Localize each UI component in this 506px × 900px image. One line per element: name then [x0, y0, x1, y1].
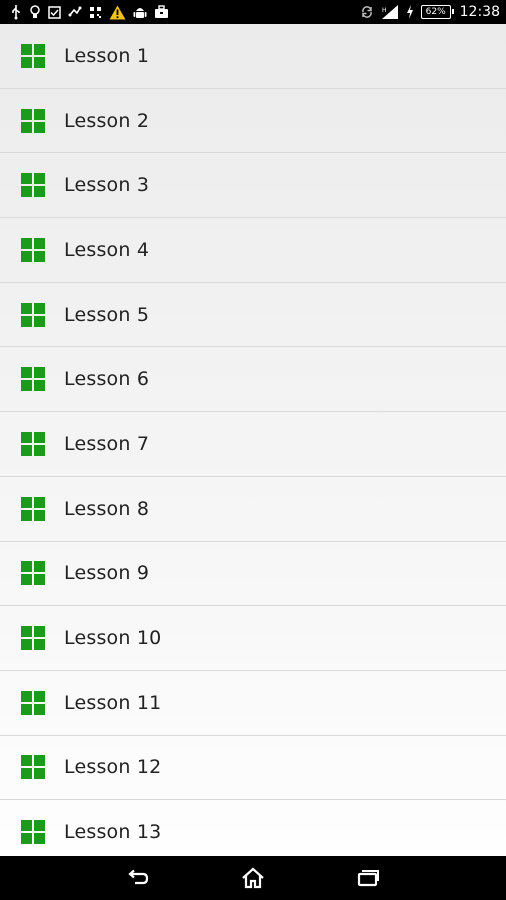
battery-percent: 62%: [425, 6, 446, 17]
lesson-label: Lesson 3: [64, 174, 150, 197]
svg-text:H: H: [382, 7, 387, 14]
grid-icon: [21, 496, 45, 521]
warning-icon: [109, 4, 126, 20]
grid-icon: [21, 43, 45, 68]
lesson-label: Lesson 11: [64, 691, 162, 714]
lesson-label: Lesson 5: [64, 303, 150, 326]
grid-icon: [21, 626, 45, 651]
lesson-item[interactable]: Lesson 12: [0, 736, 506, 801]
lesson-label: Lesson 4: [64, 238, 150, 261]
lesson-label: Lesson 9: [64, 562, 150, 585]
grid-icon: [21, 820, 45, 845]
lesson-item[interactable]: Lesson 4: [0, 218, 506, 283]
lesson-item[interactable]: Lesson 10: [0, 606, 506, 671]
lesson-label: Lesson 8: [64, 497, 150, 520]
clock: 12:38: [459, 4, 500, 20]
lesson-label: Lesson 7: [64, 432, 150, 455]
grid-icon: [21, 755, 45, 780]
home-button[interactable]: [233, 858, 273, 898]
lesson-item[interactable]: Lesson 1: [0, 24, 506, 89]
grid-icon: [21, 302, 45, 327]
lesson-item[interactable]: Lesson 2: [0, 89, 506, 154]
briefcase-icon: [154, 4, 169, 20]
battery-icon: 62%: [420, 5, 454, 19]
lesson-item[interactable]: Lesson 6: [0, 347, 506, 413]
navigation-bar: [0, 856, 506, 900]
grid-icon: [21, 173, 45, 198]
grid-icon: [21, 690, 45, 715]
lesson-item[interactable]: Lesson 7: [0, 412, 506, 477]
checkbox-icon: [48, 4, 61, 20]
charging-icon: [406, 4, 414, 20]
grid-icon: [21, 561, 45, 586]
lesson-label: Lesson 6: [64, 368, 150, 391]
android-icon: [133, 4, 147, 20]
home-icon: [242, 867, 264, 889]
lesson-label: Lesson 13: [64, 821, 162, 844]
lesson-item[interactable]: Lesson 9: [0, 542, 506, 607]
lesson-label: Lesson 10: [64, 627, 162, 650]
grid-icon: [21, 108, 45, 133]
status-bar: H 62% 12:38: [0, 0, 506, 24]
back-icon: [127, 869, 148, 885]
lesson-item[interactable]: Lesson 5: [0, 283, 506, 348]
back-button[interactable]: [118, 858, 158, 898]
lesson-item[interactable]: Lesson 3: [0, 153, 506, 219]
transfer-icon: [68, 4, 82, 20]
lesson-item[interactable]: Lesson 8: [0, 477, 506, 542]
lesson-item[interactable]: Lesson 11: [0, 671, 506, 736]
grid-icon: [21, 367, 45, 392]
recents-icon: [358, 870, 380, 887]
system-icons: H 62% 12:38: [360, 0, 500, 24]
lesson-item[interactable]: Lesson 13: [0, 800, 506, 856]
signal-icon: H: [381, 4, 399, 20]
lesson-label: Lesson 1: [64, 44, 150, 67]
notification-icons: [10, 0, 169, 24]
recents-button[interactable]: [348, 858, 388, 898]
lesson-label: Lesson 2: [64, 109, 150, 132]
lesson-list[interactable]: Lesson 1 Lesson 2 Lesson 3 Lesson 4 Lesson 5…: [0, 24, 506, 856]
sync-icon: [360, 4, 374, 20]
bulb-icon: [29, 4, 41, 20]
grid-icon: [21, 431, 45, 456]
usb-icon: [10, 4, 22, 20]
lesson-label: Lesson 12: [64, 756, 162, 779]
qr-icon: [89, 4, 102, 20]
grid-icon: [21, 237, 45, 262]
